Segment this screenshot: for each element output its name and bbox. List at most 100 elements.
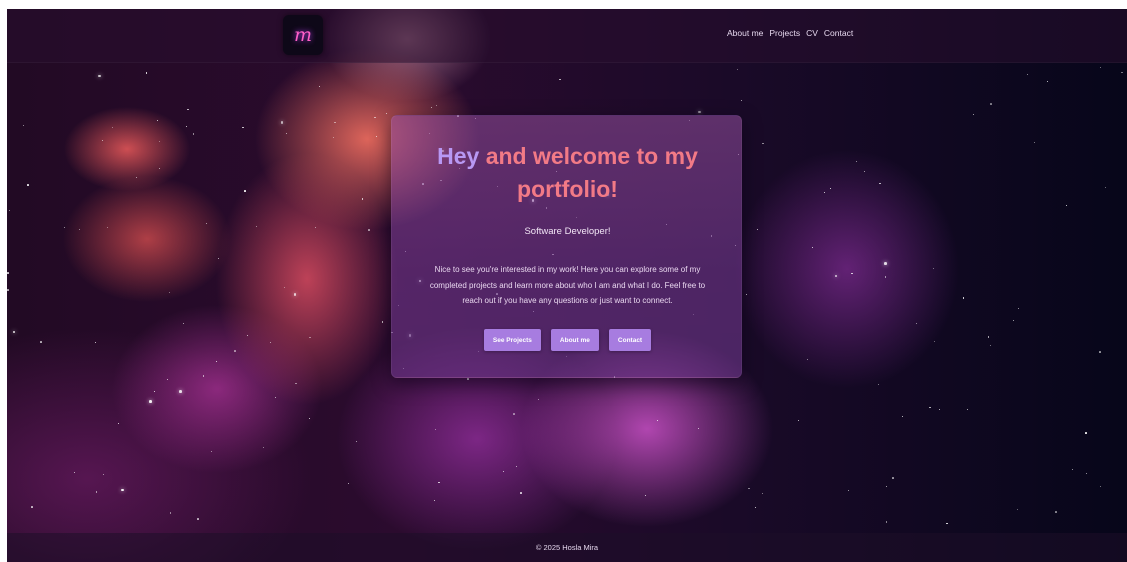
nav-link-cv[interactable]: CV <box>806 28 818 38</box>
star <box>106 227 108 229</box>
star <box>355 440 357 442</box>
star <box>433 500 435 502</box>
star <box>347 482 349 484</box>
star <box>762 142 765 145</box>
star <box>892 477 894 479</box>
star <box>63 226 66 229</box>
star <box>374 116 376 119</box>
star <box>756 229 758 231</box>
star <box>185 126 187 128</box>
star <box>1071 469 1073 471</box>
navbar: m About me Projects CV Contact <box>7 9 1127 63</box>
star <box>31 506 33 508</box>
star <box>855 161 857 163</box>
star <box>434 428 436 430</box>
star <box>94 342 96 344</box>
star <box>7 289 9 291</box>
star <box>1098 351 1101 353</box>
star <box>183 322 185 324</box>
star <box>698 428 700 430</box>
star <box>73 471 75 473</box>
star <box>283 287 285 289</box>
nav-link-about-me[interactable]: About me <box>727 28 763 38</box>
star <box>12 330 16 334</box>
star <box>884 262 887 265</box>
logo-glyph: m <box>293 23 313 46</box>
star <box>878 182 881 185</box>
star <box>740 100 742 102</box>
star <box>1086 472 1088 474</box>
star <box>1099 67 1101 69</box>
star <box>516 466 518 468</box>
star <box>1026 73 1028 75</box>
star <box>946 522 948 525</box>
star <box>309 336 311 339</box>
star <box>987 336 990 338</box>
star <box>169 512 172 514</box>
star <box>698 110 702 114</box>
star <box>332 136 334 138</box>
star <box>1066 204 1068 206</box>
star <box>169 292 171 294</box>
star <box>807 359 809 361</box>
star <box>319 86 321 88</box>
star <box>206 223 208 225</box>
star <box>834 274 838 278</box>
star <box>520 491 522 494</box>
star <box>285 133 287 135</box>
star <box>848 490 850 492</box>
star <box>851 272 853 275</box>
contact-button[interactable]: Contact <box>608 329 652 351</box>
star <box>256 226 258 228</box>
star <box>1012 319 1014 321</box>
star <box>179 390 182 393</box>
hero-title-highlight: Hey <box>437 143 480 169</box>
star <box>645 495 647 497</box>
star <box>274 397 276 399</box>
star <box>990 103 992 105</box>
star <box>187 108 189 111</box>
star <box>829 187 831 189</box>
star <box>990 344 992 346</box>
see-projects-button[interactable]: See Projects <box>483 329 541 351</box>
hero-intro: Nice to see you're interested in my work… <box>429 265 706 305</box>
star <box>7 272 9 274</box>
star <box>973 114 975 116</box>
star <box>762 492 764 494</box>
star <box>928 406 931 409</box>
star <box>901 416 903 418</box>
star <box>78 228 80 230</box>
star <box>885 485 887 487</box>
star <box>797 420 799 422</box>
star <box>934 341 936 343</box>
star <box>431 106 433 108</box>
star <box>234 350 236 352</box>
star <box>158 167 160 169</box>
star <box>263 447 265 449</box>
nav-link-projects[interactable]: Projects <box>769 28 800 38</box>
star <box>315 227 317 229</box>
star <box>939 408 941 410</box>
star <box>192 133 195 135</box>
star <box>244 190 246 192</box>
star <box>537 398 540 401</box>
star <box>9 210 11 212</box>
star <box>293 293 297 297</box>
star <box>154 391 156 393</box>
star <box>737 68 739 70</box>
about-me-button[interactable]: About me <box>550 329 599 351</box>
star <box>280 121 284 124</box>
star <box>308 417 311 420</box>
star <box>295 382 297 385</box>
star <box>368 229 370 232</box>
footer-copyright: © 2025 Hosla Mira <box>535 543 599 552</box>
star <box>811 247 813 249</box>
star <box>215 360 217 362</box>
star <box>863 171 865 173</box>
star <box>877 383 880 386</box>
nav-link-contact[interactable]: Contact <box>824 28 853 38</box>
star <box>135 177 137 179</box>
star <box>884 276 887 278</box>
logo[interactable]: m <box>283 15 323 55</box>
footer: © 2025 Hosla Mira <box>7 533 1127 562</box>
